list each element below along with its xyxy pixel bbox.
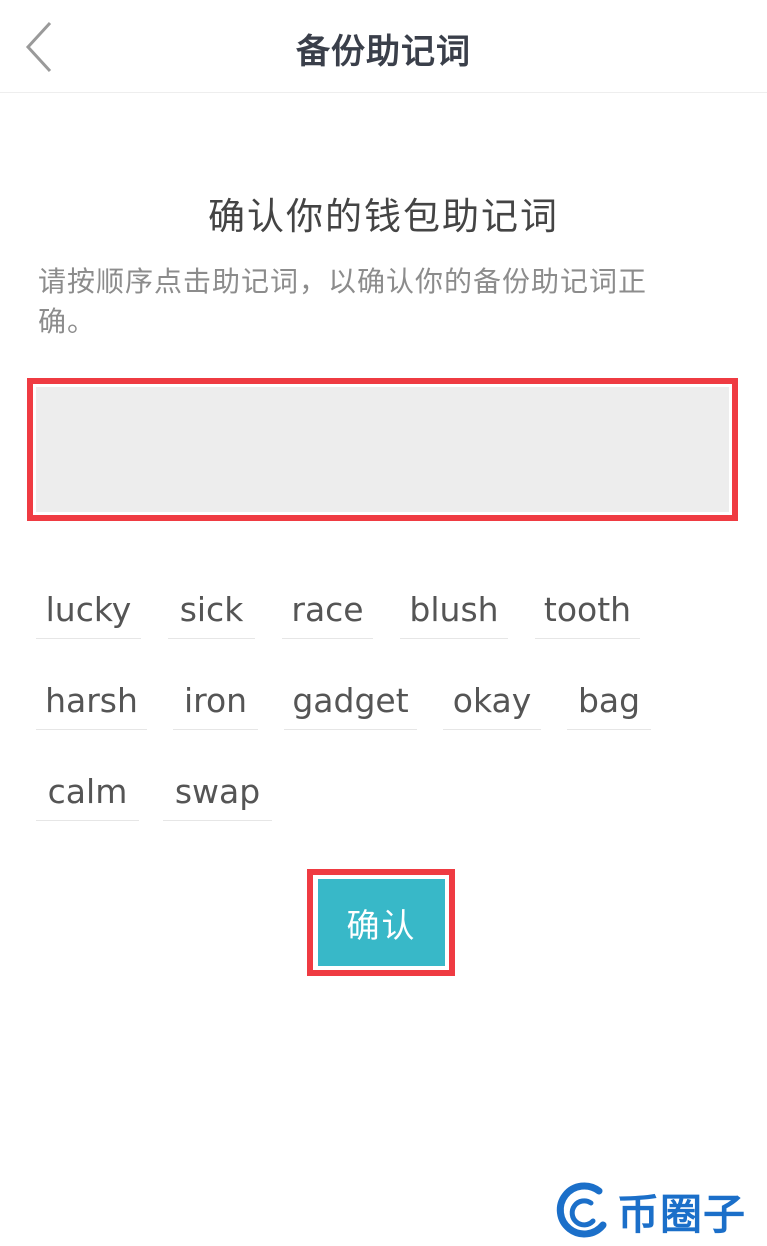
confirm-button[interactable]: 确认: [318, 879, 445, 966]
word-chip[interactable]: tooth: [535, 581, 640, 639]
instruction-text: 请按顺序点击助记词，以确认你的备份助记词正确。: [38, 265, 648, 338]
word-chip[interactable]: blush: [400, 581, 508, 639]
selected-words-container: [36, 387, 729, 512]
top-bar: 备份助记词: [0, 0, 767, 93]
word-chip[interactable]: race: [282, 581, 373, 639]
word-chip[interactable]: sick: [168, 581, 255, 639]
coin-circle-icon: [556, 1182, 607, 1238]
word-chip[interactable]: gadget: [284, 672, 417, 730]
word-chip[interactable]: bag: [567, 672, 651, 730]
selected-words-area[interactable]: [27, 378, 738, 521]
word-chip[interactable]: harsh: [36, 672, 147, 730]
word-chip[interactable]: okay: [443, 672, 541, 730]
word-chip[interactable]: calm: [36, 763, 139, 821]
watermark-text: 币圈子: [617, 1189, 747, 1239]
word-chip[interactable]: iron: [173, 672, 258, 730]
confirm-mnemonic-heading: 确认你的钱包助记词: [208, 195, 559, 238]
watermark-logo: 币圈子: [555, 1180, 767, 1242]
word-chip[interactable]: lucky: [36, 581, 141, 639]
page-title: 备份助记词: [296, 32, 471, 72]
backup-mnemonic-page: 备份助记词 确认你的钱包助记词 请按顺序点击助记词，以确认你的备份助记词正确。 …: [0, 0, 767, 1246]
word-chip[interactable]: swap: [163, 763, 272, 821]
